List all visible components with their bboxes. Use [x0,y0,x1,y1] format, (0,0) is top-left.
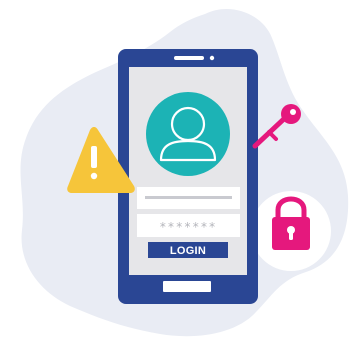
username-field[interactable] [137,187,240,209]
username-placeholder-line [145,196,232,199]
password-mask: ******* [159,220,217,234]
password-field[interactable]: ******* [137,214,240,237]
phone-camera [209,55,215,61]
home-button[interactable] [163,281,211,292]
phone-speaker [174,56,204,60]
user-avatar-icon [146,92,230,176]
login-button[interactable]: LOGIN [148,242,228,258]
login-button-label: LOGIN [170,245,206,257]
mobile-login-security-illustration: ******* LOGIN [20,8,349,337]
phone [118,49,258,304]
